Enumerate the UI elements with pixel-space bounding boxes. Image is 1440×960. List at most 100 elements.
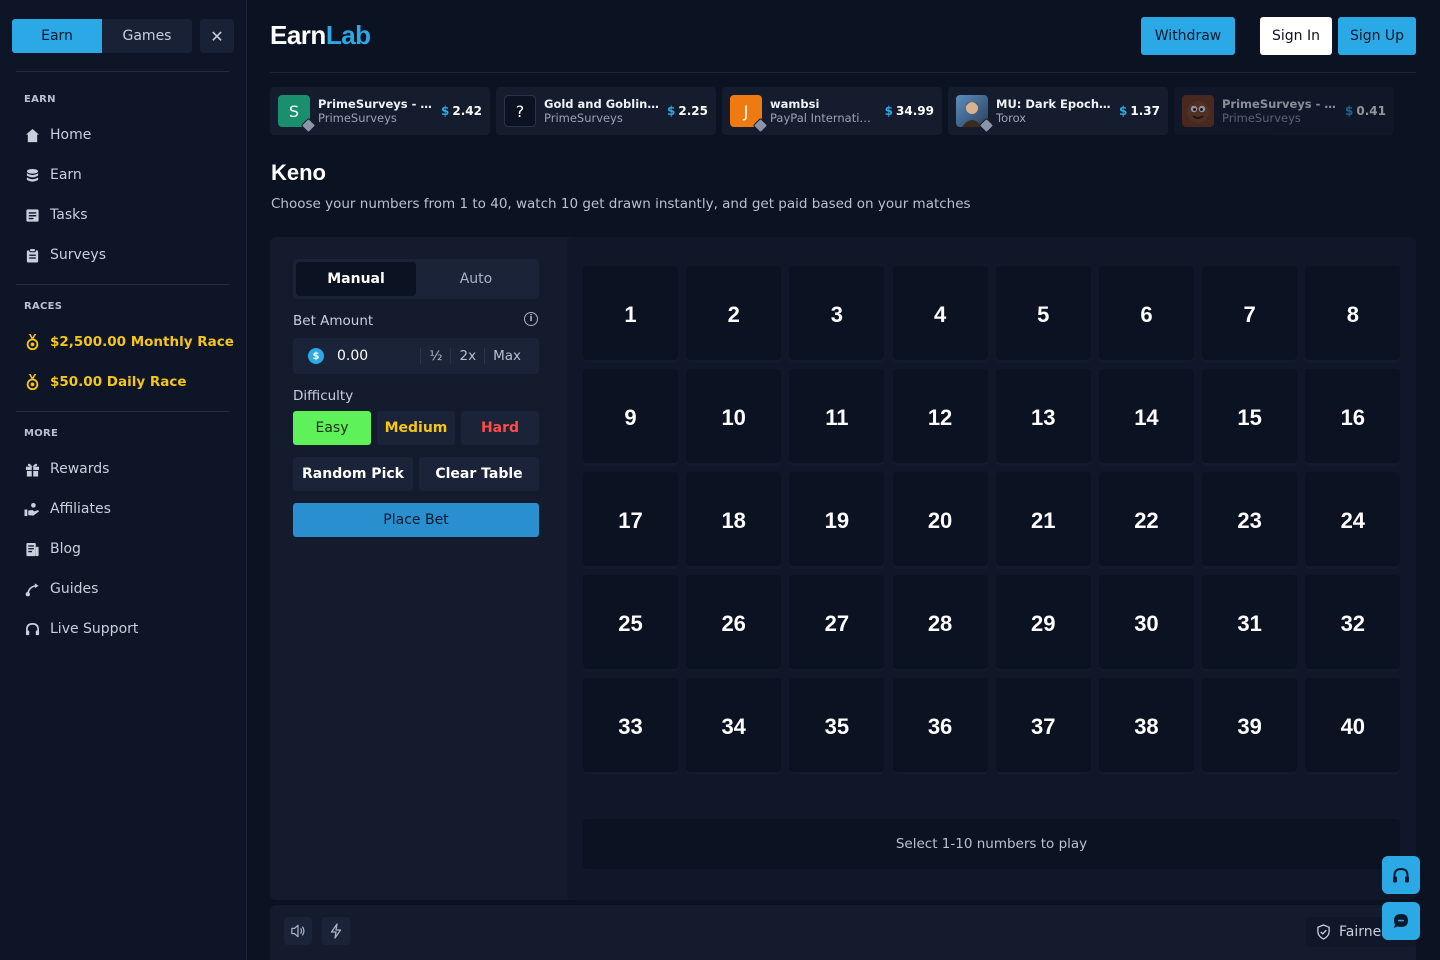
keno-number-12[interactable]: 12 [892,369,988,466]
sidebar-item-rewards[interactable]: Rewards [24,459,109,479]
medal-icon [24,374,40,390]
difficulty-medium-button[interactable]: Medium [377,411,455,445]
sidebar-item-surveys[interactable]: Surveys [24,245,106,265]
sidebar-item-daily-race[interactable]: $50.00 Daily Race [24,372,187,392]
sign-up-button[interactable]: Sign Up [1338,17,1416,55]
keno-number-15[interactable]: 15 [1202,369,1298,466]
chat-float-button[interactable] [1382,902,1420,940]
keno-number-35[interactable]: 35 [789,678,885,775]
sidebar-item-label: $50.00 Daily Race [50,374,187,390]
ticker-provider: Torox [996,111,1027,125]
keno-number-29[interactable]: 29 [995,575,1091,672]
place-bet-button[interactable]: Place Bet [293,503,539,537]
keno-number-1[interactable]: 1 [583,266,678,363]
support-float-button[interactable] [1382,856,1420,894]
clear-table-button[interactable]: Clear Table [419,457,539,491]
keno-number-25[interactable]: 25 [583,575,678,672]
provider-badge-icon [752,117,769,134]
keno-number-11[interactable]: 11 [789,369,885,466]
keno-number-39[interactable]: 39 [1202,678,1298,775]
keno-number-19[interactable]: 19 [789,472,885,569]
bet-amount-value[interactable]: 0.00 [337,348,420,364]
keno-number-33[interactable]: 33 [583,678,678,775]
keno-number-10[interactable]: 10 [686,369,782,466]
ticker-provider: PrimeSurveys [318,111,397,125]
tab-auto[interactable]: Auto [416,262,536,296]
ticker-provider: PrimeSurveys [544,111,623,125]
keno-number-28[interactable]: 28 [892,575,988,672]
logo[interactable]: EarnLab [270,20,371,51]
ticker-item[interactable]: ? Gold and Goblins: Id... PrimeSurveys $… [496,87,716,135]
bet-double-button[interactable]: 2x [450,348,484,364]
currency-symbol: $ [1119,104,1128,118]
keno-number-22[interactable]: 22 [1098,472,1194,569]
keno-number-16[interactable]: 16 [1305,369,1401,466]
logo-lab: Lab [325,20,371,50]
sidebar-item-blog[interactable]: Blog [24,539,81,559]
ticker-item[interactable]: J wambsi PayPal International $34.99 [722,87,942,135]
keno-number-5[interactable]: 5 [995,266,1091,363]
sidebar-item-affiliates[interactable]: Affiliates [24,499,111,519]
keno-number-9[interactable]: 9 [583,369,678,466]
keno-number-23[interactable]: 23 [1202,472,1298,569]
shield-check-icon [1317,924,1330,940]
tab-earn[interactable]: Earn [12,19,102,53]
ticker-item[interactable]: PrimeSurveys - Com... PrimeSurveys $0.41 [1174,87,1394,135]
keno-number-38[interactable]: 38 [1098,678,1194,775]
tab-games[interactable]: Games [102,19,192,53]
keno-number-20[interactable]: 20 [892,472,988,569]
sound-toggle-button[interactable] [284,917,312,945]
close-sidebar-button[interactable]: ✕ [200,19,234,53]
keno-number-18[interactable]: 18 [686,472,782,569]
sidebar-item-live-support[interactable]: Live Support [24,619,138,639]
random-pick-button[interactable]: Random Pick [293,457,413,491]
keno-number-14[interactable]: 14 [1098,369,1194,466]
keno-number-30[interactable]: 30 [1098,575,1194,672]
difficulty-hard-button[interactable]: Hard [461,411,539,445]
lightning-icon [330,923,342,939]
sidebar-item-earn[interactable]: Earn [24,165,82,185]
keno-number-6[interactable]: 6 [1098,266,1194,363]
currency-symbol: $ [441,104,450,118]
keno-number-4[interactable]: 4 [892,266,988,363]
ticker-item[interactable]: MU: Dark Epoch - Re... Torox $1.37 [948,87,1168,135]
bet-half-button[interactable]: ½ [420,348,450,364]
sidebar-item-home[interactable]: Home [24,125,91,145]
keno-number-27[interactable]: 27 [789,575,885,672]
sidebar-item-label: Surveys [50,247,106,263]
ticker-text: Gold and Goblins: Id... PrimeSurveys [544,97,659,125]
blog-icon [24,541,40,557]
ticker-item[interactable]: S PrimeSurveys - Com... PrimeSurveys $2.… [270,87,490,135]
keno-number-8[interactable]: 8 [1305,266,1401,363]
keno-number-2[interactable]: 2 [686,266,782,363]
keno-number-40[interactable]: 40 [1305,678,1401,775]
keno-number-21[interactable]: 21 [995,472,1091,569]
bet-max-button[interactable]: Max [484,348,529,364]
ticker-text: PrimeSurveys - Com... PrimeSurveys [318,97,433,125]
keno-number-17[interactable]: 17 [583,472,678,569]
instant-mode-button[interactable] [322,917,350,945]
keno-number-26[interactable]: 26 [686,575,782,672]
keno-number-32[interactable]: 32 [1305,575,1401,672]
ticker-amount: $1.37 [1119,104,1160,118]
info-icon[interactable]: i [524,312,538,326]
keno-number-34[interactable]: 34 [686,678,782,775]
withdraw-button[interactable]: Withdraw [1141,17,1235,55]
keno-number-7[interactable]: 7 [1202,266,1298,363]
keno-number-37[interactable]: 37 [995,678,1091,775]
keno-number-3[interactable]: 3 [789,266,885,363]
tab-manual[interactable]: Manual [296,262,416,296]
keno-number-36[interactable]: 36 [892,678,988,775]
amount-value: 2.42 [452,104,482,118]
keno-number-24[interactable]: 24 [1305,472,1401,569]
sidebar-item-tasks[interactable]: Tasks [24,205,88,225]
affiliates-icon [24,501,40,517]
bet-amount-input[interactable]: $ 0.00 ½ 2x Max [293,338,539,374]
difficulty-easy-button[interactable]: Easy [293,411,371,445]
sidebar-item-monthly-race[interactable]: $2,500.00 Monthly Race [24,332,234,352]
keno-number-31[interactable]: 31 [1202,575,1298,672]
sidebar-item-guides[interactable]: Guides [24,579,98,599]
ticker-title: Gold and Goblins: Id... [544,97,659,111]
sign-in-button[interactable]: Sign In [1260,17,1332,55]
keno-number-13[interactable]: 13 [995,369,1091,466]
